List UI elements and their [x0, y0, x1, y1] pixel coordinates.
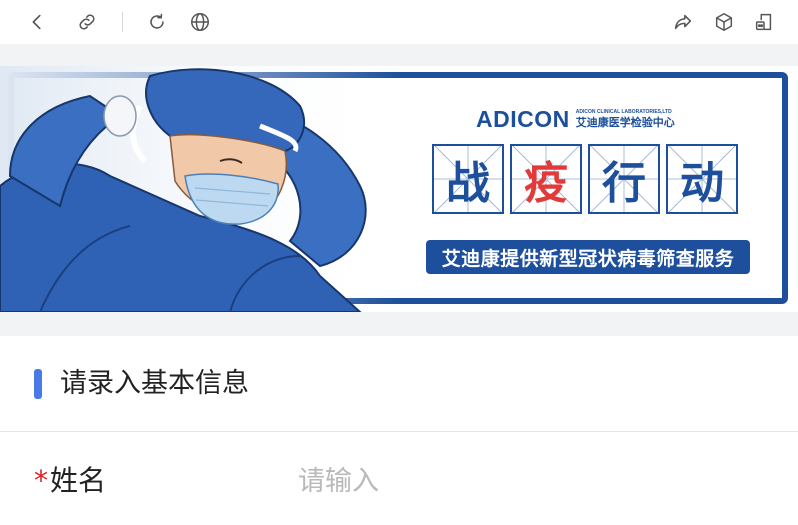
brand-english-name: ADICON CLINICAL LABORATORIES,LTD [575, 109, 672, 115]
slogan-char: 行 [588, 144, 660, 214]
brand-logo: ADICON [476, 105, 570, 132]
name-input[interactable] [298, 461, 758, 501]
toolbar-divider [122, 12, 123, 32]
name-label: 姓名 [50, 464, 107, 497]
link-icon[interactable] [74, 9, 100, 35]
back-icon[interactable] [24, 9, 50, 35]
share-icon[interactable] [670, 9, 696, 35]
section-marker [34, 369, 42, 399]
doctor-illustration [0, 66, 400, 312]
globe-icon[interactable] [187, 9, 213, 35]
slogan-char: 战 [432, 144, 504, 214]
brand-row: ADICON ADICON CLINICAL LABORATORIES,LTD … [476, 106, 675, 132]
section-header: 请录入基本信息 [0, 336, 798, 432]
required-mark: * [34, 464, 48, 497]
mini-program-icon[interactable] [751, 9, 777, 35]
mid-gray-band [0, 312, 798, 336]
service-caption: 艾迪康提供新型冠状病毒筛查服务 [426, 240, 750, 274]
cube-icon[interactable] [711, 9, 737, 35]
slogan-char-highlight: 疫 [510, 144, 582, 214]
brand-subtitle: ADICON CLINICAL LABORATORIES,LTD 艾迪康医学检验… [576, 109, 675, 129]
browser-toolbar [0, 0, 798, 44]
campaign-banner: ADICON ADICON CLINICAL LABORATORIES,LTD … [0, 66, 798, 312]
refresh-icon[interactable] [144, 9, 170, 35]
brand-chinese-name: 艾迪康医学检验中心 [575, 116, 675, 129]
top-gray-band [0, 44, 798, 66]
section-title: 请录入基本信息 [60, 368, 249, 399]
form-row-name: * 姓名 [0, 433, 798, 525]
slogan-char: 动 [666, 144, 738, 214]
slogan: 战 疫 行 动 [432, 144, 738, 214]
